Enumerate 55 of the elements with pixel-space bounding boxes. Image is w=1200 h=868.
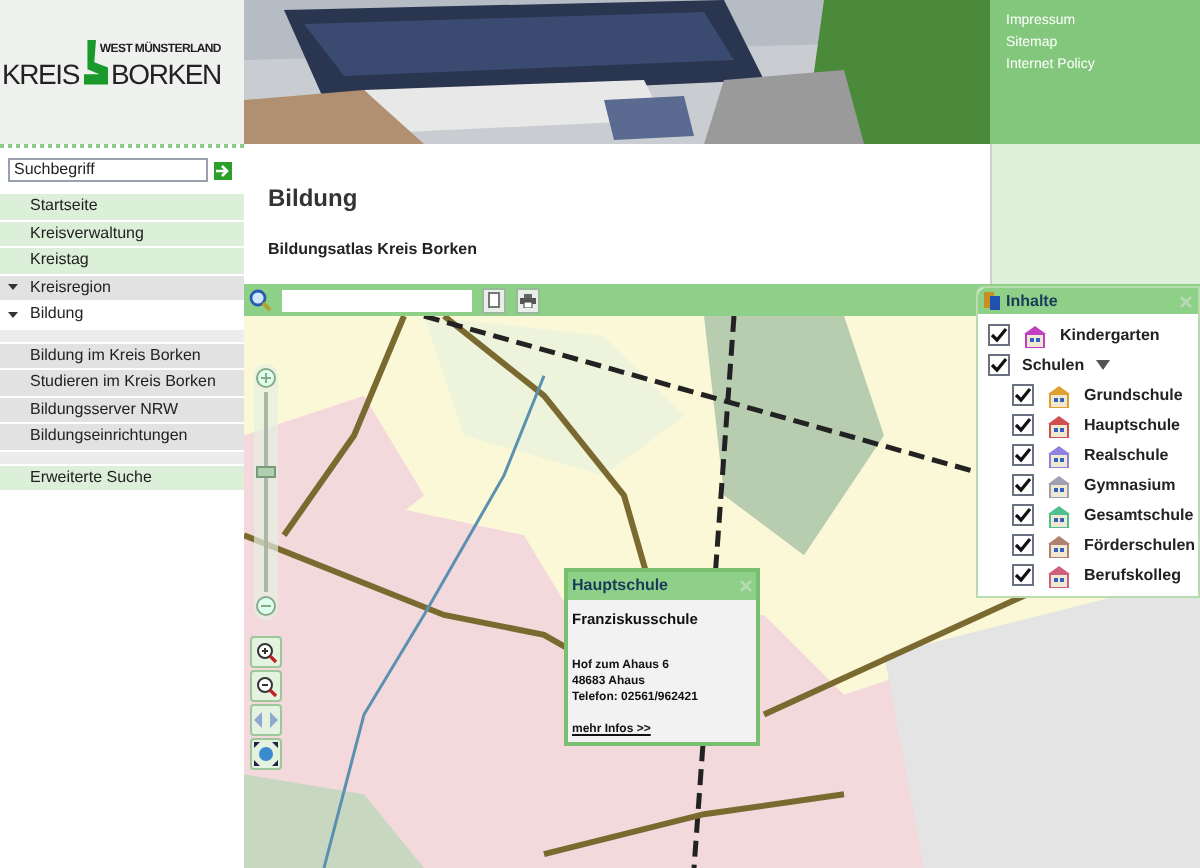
logo-text: KREIS	[2, 60, 80, 88]
map-search-field[interactable]	[282, 289, 472, 311]
layer-label: Gesamtschule	[1084, 503, 1194, 527]
layer-label: Grundschule	[1084, 383, 1183, 407]
layer-label: Förderschulen	[1084, 533, 1196, 557]
layer-label: Gymnasium	[1084, 473, 1176, 497]
nav-item[interactable]: Erweiterte Suche	[0, 465, 244, 492]
globe-icon	[254, 742, 278, 766]
full-extent-button[interactable]	[250, 738, 282, 770]
nav-item[interactable]: Bildungseinrichtungen	[0, 424, 244, 451]
layer-label: Berufskolleg	[1084, 563, 1181, 587]
search-field[interactable]: Suchbegriff	[8, 158, 208, 182]
nav-item[interactable]: Bildung im Kreis Borken	[0, 343, 244, 370]
layer-label: Schulen	[1022, 353, 1085, 377]
layer-label: Hauptschule	[1084, 413, 1181, 437]
checkbox[interactable]	[1012, 384, 1034, 406]
zoom-thumb[interactable]	[256, 466, 276, 478]
search-go-button[interactable]	[214, 161, 232, 179]
checkbox[interactable]	[1012, 564, 1034, 586]
print-button[interactable]	[516, 287, 540, 313]
popup-title: Hauptschule	[572, 574, 669, 598]
magnifier-minus-icon	[255, 675, 277, 697]
page-subtitle: Bildungsatlas Kreis Borken	[268, 242, 479, 258]
nav-item[interactable]: Studieren im Kreis Borken	[0, 370, 244, 397]
checkbox[interactable]	[1012, 444, 1034, 466]
caret-icon[interactable]	[1096, 360, 1111, 370]
arrow-icon	[216, 163, 230, 177]
document-icon	[488, 292, 500, 308]
layer-label: Realschule	[1084, 443, 1169, 467]
checkbox[interactable]	[1012, 504, 1034, 526]
checkbox[interactable]	[1012, 474, 1034, 496]
zoom-in-button[interactable]	[250, 636, 282, 668]
nav-item[interactable]: Startseite	[0, 194, 244, 221]
nav-item[interactable]: Kreisverwaltung	[0, 221, 244, 248]
panel-title: Inhalte	[1006, 289, 1058, 313]
nav-item[interactable]: Kreistag	[0, 248, 244, 275]
printer-icon	[520, 293, 536, 307]
checkbox[interactable]	[988, 354, 1010, 376]
caret-icon	[8, 284, 18, 291]
checkbox[interactable]	[1012, 414, 1034, 436]
nav-item[interactable]: Kreisregion	[0, 275, 244, 302]
arrows-icon	[254, 712, 278, 728]
zoom-slider[interactable]	[254, 364, 278, 620]
caret-icon	[8, 311, 18, 318]
zoom-out-button[interactable]	[250, 670, 282, 702]
checkbox[interactable]	[988, 324, 1010, 346]
nav-item[interactable]: Bildungsserver NRW	[0, 397, 244, 424]
document-button[interactable]	[482, 287, 506, 313]
layers-icon	[984, 292, 1000, 310]
logo-text: BORKEN	[111, 60, 221, 88]
magnifier-plus-icon	[255, 641, 277, 663]
page-title: Bildung	[268, 186, 360, 210]
search-icon[interactable]	[248, 288, 272, 312]
layer-label: Kindergarten	[1060, 323, 1160, 347]
checkbox[interactable]	[1012, 534, 1034, 556]
